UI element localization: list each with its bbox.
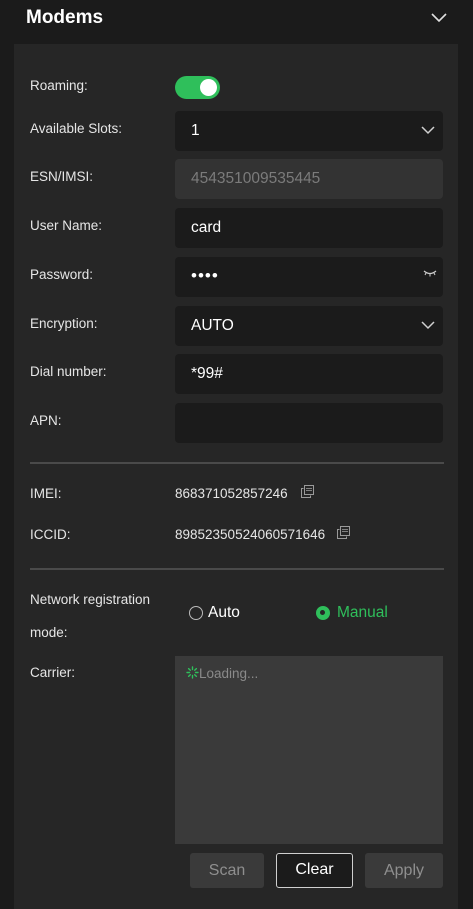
loading-text: Loading... [199, 666, 259, 681]
esn-field: 454351009535445 [175, 159, 443, 199]
section-header[interactable]: Modems [0, 0, 473, 44]
encryption-value: AUTO [191, 317, 234, 334]
divider [30, 568, 444, 570]
apn-field[interactable] [175, 403, 443, 443]
imei-value: 868371052857246 [175, 486, 288, 501]
toggle-knob [200, 79, 217, 96]
divider [30, 462, 444, 464]
encryption-select[interactable]: AUTO [175, 306, 443, 346]
network-mode-label-line1: Network registration [30, 592, 151, 607]
encryption-label: Encryption: [30, 316, 98, 331]
radio-manual-label[interactable]: Manual [337, 604, 388, 622]
dial-label: Dial number: [30, 364, 107, 379]
dial-number-field[interactable]: *99# [175, 354, 443, 394]
dial-value: *99# [191, 365, 223, 382]
scroll-gutter [458, 44, 473, 909]
copy-icon[interactable] [301, 485, 314, 498]
radio-auto[interactable] [189, 606, 203, 620]
esn-label: ESN/IMSI: [30, 169, 94, 184]
slots-value: 1 [191, 122, 200, 139]
chevron-down-icon[interactable] [430, 10, 448, 24]
username-label: User Name: [30, 218, 103, 233]
roaming-label: Roaming: [30, 78, 88, 93]
password-field[interactable]: •••• [175, 257, 443, 297]
page-title: Modems [26, 7, 104, 28]
slots-select[interactable]: 1 [175, 111, 443, 151]
apply-button[interactable]: Apply [365, 853, 443, 888]
iccid-label: ICCID: [30, 527, 71, 542]
spinner-icon [186, 666, 199, 679]
chevron-down-icon [421, 321, 435, 330]
chevron-down-icon [421, 126, 435, 135]
iccid-value: 89852350524060571646 [175, 527, 326, 542]
copy-icon[interactable] [337, 526, 350, 539]
username-field[interactable]: card [175, 208, 443, 248]
slots-label: Available Slots: [30, 121, 123, 136]
username-value: card [191, 219, 222, 236]
esn-value: 454351009535445 [191, 170, 321, 187]
radio-auto-label[interactable]: Auto [208, 604, 240, 622]
clear-button[interactable]: Clear [276, 853, 353, 888]
carrier-list[interactable]: Loading... [175, 656, 443, 844]
carrier-label: Carrier: [30, 665, 76, 680]
radio-manual[interactable] [316, 606, 330, 620]
password-value: •••• [191, 266, 219, 285]
imei-label: IMEI: [30, 486, 62, 501]
eye-closed-icon[interactable] [423, 269, 437, 277]
apn-label: APN: [30, 413, 62, 428]
password-label: Password: [30, 267, 94, 282]
roaming-toggle[interactable] [175, 76, 220, 99]
scan-button[interactable]: Scan [190, 853, 264, 888]
network-mode-label-line2: mode: [30, 625, 68, 640]
